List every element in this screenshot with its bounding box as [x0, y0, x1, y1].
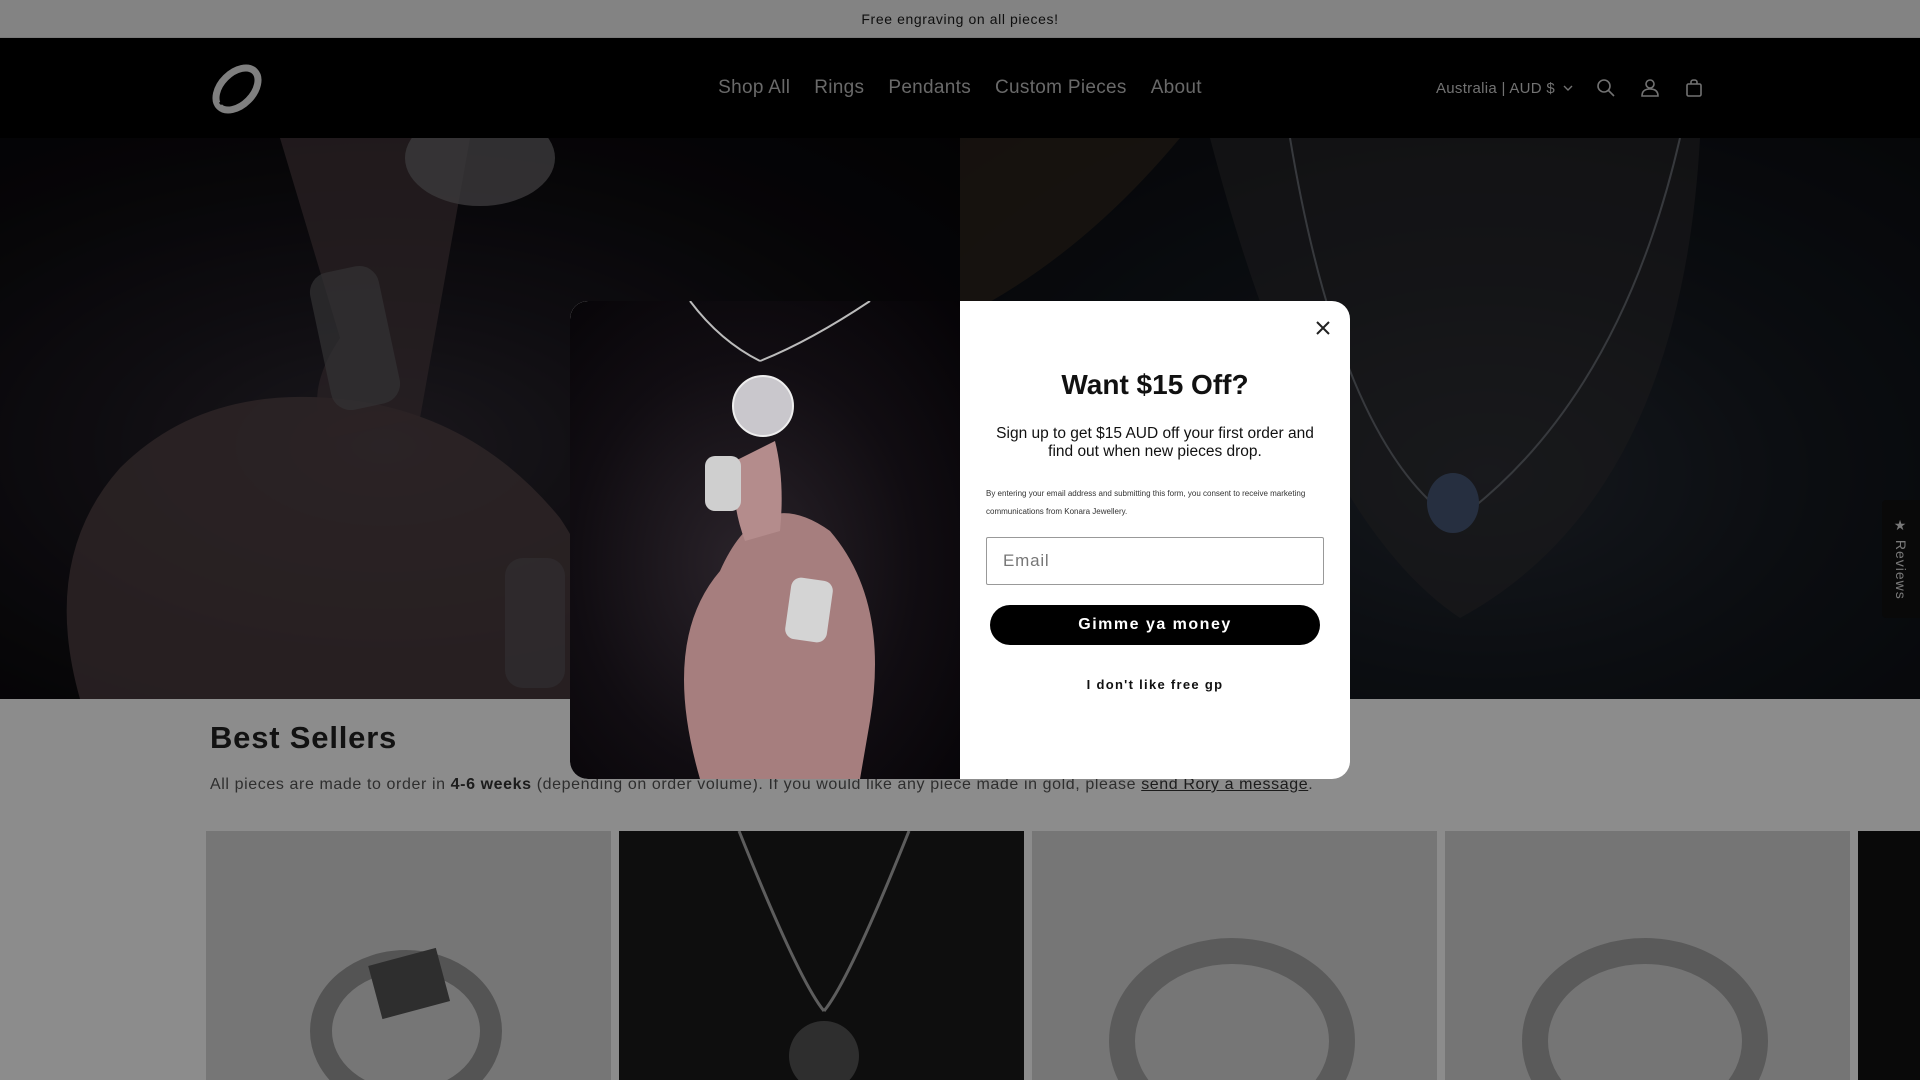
popup-consent-text: By entering your email address and submi…: [986, 489, 1306, 516]
submit-email-button[interactable]: Gimme ya money: [990, 605, 1320, 645]
close-icon: [1316, 321, 1330, 335]
popup-image: [570, 301, 960, 779]
popup-title: Want $15 Off?: [1061, 369, 1249, 400]
newsletter-popup: Want $15 Off? Sign up to get $15 AUD off…: [570, 301, 1350, 779]
popup-content: Want $15 Off? Sign up to get $15 AUD off…: [960, 301, 1350, 779]
popup-subtitle: Sign up to get $15 AUD off your first or…: [996, 425, 1314, 460]
email-field[interactable]: [986, 537, 1324, 585]
decline-offer-link[interactable]: I don't like free gp: [960, 677, 1350, 692]
close-popup-button[interactable]: [1310, 315, 1336, 341]
